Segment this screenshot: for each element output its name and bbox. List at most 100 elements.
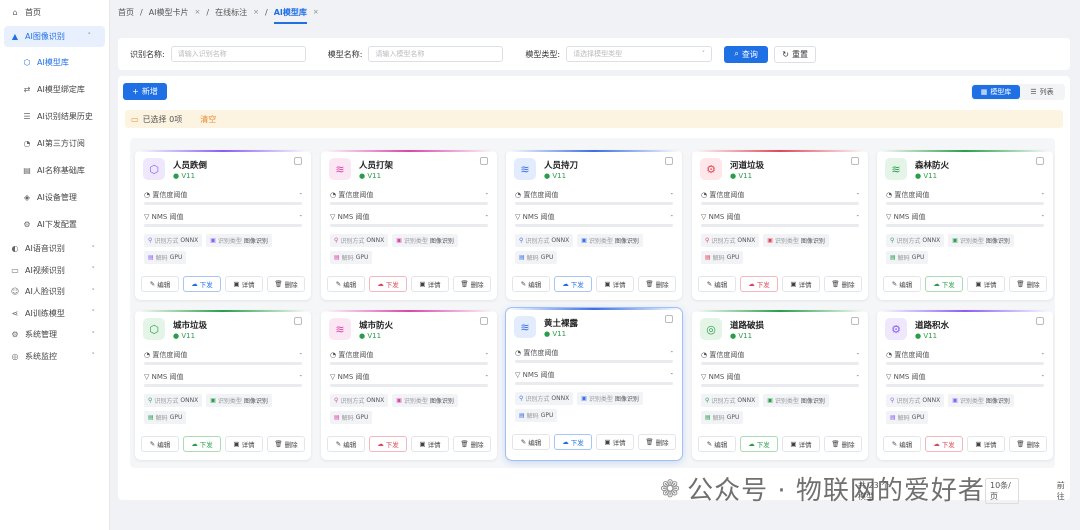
page-size-select[interactable]: 10条/页 — [984, 478, 1019, 504]
add-button[interactable]: + 新增 — [123, 83, 167, 100]
edit-button[interactable]: ✎ 编辑 — [512, 434, 550, 450]
model-card[interactable]: ⚙ 道路积水 ● V11 ◔ 置信度阈值 - ▽ NMS 阈值 - ⚲ 识别方式 O… — [877, 310, 1053, 460]
search-name-input[interactable]: 请输入识别名称 — [170, 46, 306, 62]
sidebar-group[interactable]: ▭ AI视频识别 ˅ — [0, 260, 109, 282]
search-model-input[interactable]: 请输入模型名称 — [368, 46, 504, 62]
clear-selection-link[interactable]: 清空 — [200, 114, 216, 125]
edit-button[interactable]: ✎ 编辑 — [512, 276, 550, 292]
sidebar-subitem[interactable]: ☰ AI识别结果历史 — [0, 103, 109, 130]
edit-button[interactable]: ✎ 编辑 — [698, 276, 736, 292]
detail-button[interactable]: ▣ 详情 — [225, 436, 263, 452]
sidebar-group[interactable]: ⚙ 系统管理 ˅ — [0, 324, 109, 346]
detail-button[interactable]: ▣ 详情 — [411, 436, 449, 452]
search-type-select[interactable]: 请选择模型类型 ˅ — [566, 46, 713, 62]
delete-button[interactable]: 🗑 删除 — [1009, 436, 1047, 452]
deploy-button[interactable]: ☁ 下发 — [740, 276, 778, 292]
deploy-button[interactable]: ☁ 下发 — [740, 436, 778, 452]
edit-button[interactable]: ✎ 编辑 — [327, 276, 365, 292]
breadcrumb-current[interactable]: AI模型库 — [273, 7, 307, 24]
edit-button[interactable]: ✎ 编辑 — [327, 436, 365, 452]
deploy-button[interactable]: ☁ 下发 — [554, 276, 592, 292]
delete-button[interactable]: 🗑 删除 — [638, 434, 676, 450]
detail-button[interactable]: ▣ 详情 — [967, 436, 1005, 452]
delete-button[interactable]: 🗑 删除 — [1009, 276, 1047, 292]
delete-button[interactable]: 🗑 删除 — [267, 436, 305, 452]
edit-button[interactable]: ✎ 编辑 — [883, 276, 921, 292]
edit-button[interactable]: ✎ 编辑 — [883, 436, 921, 452]
tag-mode: ⚲ 识别方式 ONNX — [330, 394, 389, 407]
view-list-button[interactable]: ☰ 列表 — [1020, 85, 1064, 99]
delete-button[interactable]: 🗑 删除 — [267, 276, 305, 292]
edit-button[interactable]: ✎ 编辑 — [141, 436, 179, 452]
close-icon[interactable]: × — [313, 8, 319, 16]
model-card[interactable]: ≋ 黄土裸露 ● V11 ◔ 置信度阈值 - ▽ NMS 阈值 - ⚲ 识别方式 O… — [506, 308, 682, 460]
card-checkbox[interactable] — [1036, 317, 1044, 325]
cloud-icon: ☁ — [562, 280, 569, 288]
sidebar-group-image-ai[interactable]: ▲ AI图像识别 ˄ — [4, 25, 105, 47]
deploy-button[interactable]: ☁ 下发 — [925, 436, 963, 452]
close-icon[interactable]: × — [253, 8, 259, 16]
card-checkbox[interactable] — [851, 317, 859, 325]
detail-button[interactable]: ▣ 详情 — [967, 276, 1005, 292]
sidebar-subitem[interactable]: ▤ AI名称基础库 — [0, 157, 109, 184]
breadcrumb-home[interactable]: 首页 — [118, 7, 134, 18]
detail-button[interactable]: ▣ 详情 — [411, 276, 449, 292]
detail-button[interactable]: ▣ 详情 — [225, 276, 263, 292]
query-button[interactable]: ⌕ 查询 — [724, 45, 769, 63]
model-card[interactable]: ≋ 人员打架 ● V11 ◔ 置信度阈值 - ▽ NMS 阈值 - ⚲ 识别方式 O… — [321, 150, 497, 300]
card-checkbox[interactable] — [294, 317, 302, 325]
model-icon: ≋ — [514, 158, 536, 180]
sidebar-subitem[interactable]: ⚙ AI下发配置 — [0, 211, 109, 238]
deploy-button[interactable]: ☁ 下发 — [369, 436, 407, 452]
delete-button[interactable]: 🗑 删除 — [824, 276, 862, 292]
card-checkbox[interactable] — [665, 315, 673, 323]
sidebar-subitem[interactable]: ⇄ AI模型绑定库 — [0, 76, 109, 103]
edit-button[interactable]: ✎ 编辑 — [698, 436, 736, 452]
deploy-button[interactable]: ☁ 下发 — [183, 276, 221, 292]
sidebar-item-home[interactable]: ⌂ 首页 — [0, 2, 109, 24]
delete-button[interactable]: 🗑 删除 — [638, 276, 676, 292]
card-checkbox[interactable] — [480, 317, 488, 325]
card-checkbox[interactable] — [294, 157, 302, 165]
sidebar-subitem[interactable]: ◔ AI第三方订阅 — [0, 130, 109, 157]
deploy-button[interactable]: ☁ 下发 — [554, 434, 592, 450]
edit-button[interactable]: ✎ 编辑 — [141, 276, 179, 292]
delete-button[interactable]: 🗑 删除 — [824, 436, 862, 452]
deploy-button[interactable]: ☁ 下发 — [369, 276, 407, 292]
sidebar-group[interactable]: ◐ AI语音识别 ˅ — [0, 238, 109, 260]
detail-button[interactable]: ▣ 详情 — [782, 436, 820, 452]
breadcrumb-annotation[interactable]: 在线标注 — [215, 7, 247, 18]
tag-type: ▣ 识别类型 图像识别 — [948, 394, 1014, 407]
model-card[interactable]: ≋ 城市防火 ● V11 ◔ 置信度阈值 - ▽ NMS 阈值 - ⚲ 识别方式 O… — [321, 310, 497, 460]
sidebar-subitem[interactable]: ⬡ AI模型库 — [0, 49, 109, 76]
sidebar-subitem[interactable]: ◈ AI设备管理 — [0, 184, 109, 211]
card-checkbox[interactable] — [480, 157, 488, 165]
card-checkbox[interactable] — [851, 157, 859, 165]
detail-button[interactable]: ▣ 详情 — [596, 276, 634, 292]
deploy-button[interactable]: ☁ 下发 — [183, 436, 221, 452]
sidebar-group[interactable]: ◎ 系统监控 ˅ — [0, 346, 109, 368]
model-card[interactable]: ⬡ 人员跌倒 ● V11 ◔ 置信度阈值 - ▽ NMS 阈值 - ⚲ 识别方式 O… — [135, 150, 311, 300]
card-checkbox[interactable] — [1036, 157, 1044, 165]
card-checkbox[interactable] — [665, 157, 673, 165]
search-model-label: 模型名称: — [327, 49, 363, 59]
breadcrumb-model-card[interactable]: AI模型卡片 — [149, 7, 189, 18]
confidence-bar — [330, 362, 488, 365]
model-card[interactable]: ⚙ 河道垃圾 ● V11 ◔ 置信度阈值 - ▽ NMS 阈值 - ⚲ 识别方式 O… — [692, 150, 868, 300]
reset-button[interactable]: ↻ 重置 — [774, 45, 817, 63]
detail-button[interactable]: ▣ 详情 — [782, 276, 820, 292]
card-tags: ⚲ 识别方式 ONNX ▣ 识别类型 图像识别 ▤ 解码 GPU — [330, 234, 488, 264]
deploy-button[interactable]: ☁ 下发 — [925, 276, 963, 292]
sidebar-group[interactable]: ⋖ AI训练模型 ˅ — [0, 303, 109, 325]
delete-button[interactable]: 🗑 删除 — [453, 436, 491, 452]
model-card[interactable]: ⬡ 城市垃圾 ● V11 ◔ 置信度阈值 - ▽ NMS 阈值 - ⚲ 识别方式 O… — [135, 310, 311, 460]
filter-icon: ▽ — [330, 213, 338, 221]
delete-button[interactable]: 🗑 删除 — [453, 276, 491, 292]
sidebar-group[interactable]: ☺ AI人脸识别 ˅ — [0, 281, 109, 303]
model-card[interactable]: ◎ 道路破损 ● V11 ◔ 置信度阈值 - ▽ NMS 阈值 - ⚲ 识别方式 O… — [692, 310, 868, 460]
model-card[interactable]: ≋ 森林防火 ● V11 ◔ 置信度阈值 - ▽ NMS 阈值 - ⚲ 识别方式 O… — [877, 150, 1053, 300]
view-card-button[interactable]: ▦ 模型库 — [972, 85, 1020, 99]
detail-button[interactable]: ▣ 详情 — [596, 434, 634, 450]
model-card[interactable]: ≋ 人员持刀 ● V11 ◔ 置信度阈值 - ▽ NMS 阈值 - ⚲ 识别方式 O… — [506, 150, 682, 300]
close-icon[interactable]: × — [195, 8, 201, 16]
